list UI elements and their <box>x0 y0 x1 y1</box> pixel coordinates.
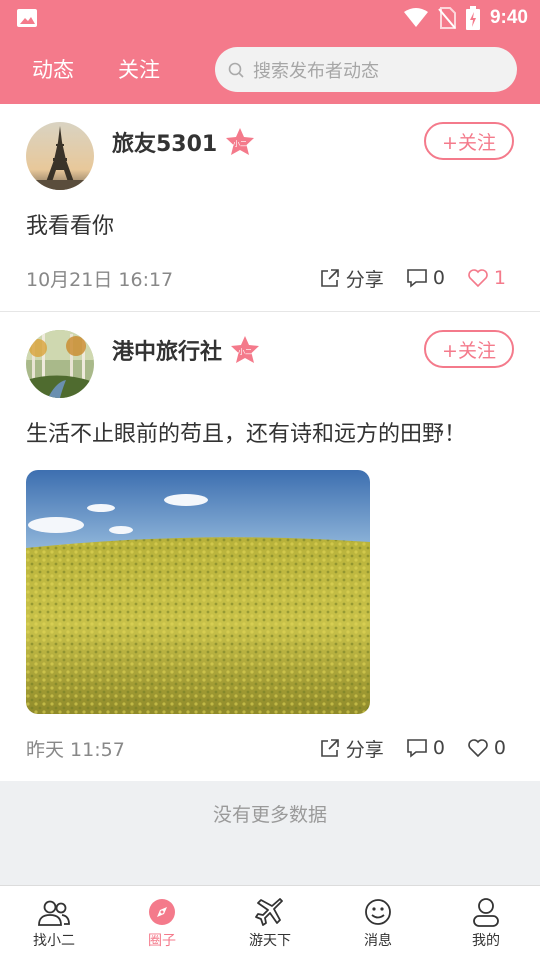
comment-button[interactable]: 0 <box>406 267 445 289</box>
status-time: 9:40 <box>489 7 528 28</box>
forest-avatar-image <box>26 330 94 398</box>
avatar[interactable] <box>26 122 94 190</box>
follow-button[interactable]: +关注 <box>424 330 514 368</box>
top-tabs: 动态 关注 <box>32 54 160 84</box>
avatar[interactable] <box>26 330 94 398</box>
post-time: 10月21日 16:17 <box>26 268 174 291</box>
wifi-icon <box>403 8 428 27</box>
tab-following[interactable]: 关注 <box>118 54 160 84</box>
compass-icon <box>149 899 175 925</box>
tab-label: 我的 <box>472 933 500 949</box>
people-icon <box>38 900 70 926</box>
tab-label: 找小二 <box>33 933 75 949</box>
post-text: 生活不止眼前的苟且，还有诗和远方的田野！ <box>26 422 467 447</box>
share-label: 分享 <box>345 738 384 761</box>
post-card[interactable]: 旅友5301 小二 +关注 我看看你 10月21日 16:17 分享 0 1 <box>0 104 540 312</box>
post-image[interactable] <box>26 470 370 714</box>
tab-messages[interactable]: 消息 <box>324 886 432 960</box>
search-placeholder: 搜索发布者动态 <box>253 60 379 82</box>
post-text: 我看看你 <box>26 214 115 239</box>
tab-find-guide[interactable]: 找小二 <box>0 886 108 960</box>
author-name[interactable]: 旅友5301 <box>112 126 217 158</box>
search-input[interactable]: 搜索发布者动态 <box>215 47 517 92</box>
no-sim-icon <box>438 7 456 29</box>
search-icon <box>228 62 244 78</box>
like-button[interactable]: 0 <box>467 737 506 759</box>
smiley-icon <box>365 899 391 925</box>
post-card[interactable]: 港中旅行社 小二 +关注 生活不止眼前的苟且，还有诗和远方的田野！ 昨天 11:… <box>0 312 540 781</box>
comment-count: 0 <box>432 267 445 289</box>
share-icon <box>320 739 339 757</box>
star-badge-icon: 小二 <box>226 128 255 155</box>
comment-button[interactable]: 0 <box>406 737 445 759</box>
comment-icon <box>407 739 427 758</box>
share-label: 分享 <box>345 268 384 291</box>
like-count: 0 <box>493 737 506 759</box>
user-icon <box>473 898 499 927</box>
follow-button[interactable]: +关注 <box>424 122 514 160</box>
status-bar: 9:40 <box>0 0 540 36</box>
flower-field-photo <box>26 470 370 714</box>
like-button[interactable]: 1 <box>467 267 506 289</box>
tab-label: 游天下 <box>249 933 291 949</box>
post-meta: 昨天 11:57 分享 0 0 <box>26 733 506 763</box>
star-badge-icon: 小二 <box>231 336 260 363</box>
author-row: 港中旅行社 小二 <box>112 334 260 366</box>
author-row: 旅友5301 小二 <box>112 126 255 158</box>
tab-label: 圈子 <box>148 933 176 949</box>
tab-circle[interactable]: 圈子 <box>108 886 216 960</box>
badge-label: 小二 <box>233 139 247 148</box>
heart-icon <box>468 269 488 288</box>
eiffel-tower-avatar-image <box>26 122 94 190</box>
tab-travel[interactable]: 游天下 <box>216 886 324 960</box>
post-time: 昨天 11:57 <box>26 738 125 761</box>
share-button[interactable]: 分享 <box>319 735 384 762</box>
post-meta: 10月21日 16:17 分享 0 1 <box>26 263 506 293</box>
no-more-data-text: 没有更多数据 <box>212 803 327 826</box>
tab-label: 消息 <box>364 933 392 949</box>
share-button[interactable]: 分享 <box>319 265 384 292</box>
author-name[interactable]: 港中旅行社 <box>112 334 222 366</box>
comment-count: 0 <box>432 737 445 759</box>
heart-icon <box>468 739 488 758</box>
share-icon <box>320 269 339 287</box>
app-header: 9:40 动态 关注 搜索发布者动态 <box>0 0 540 104</box>
battery-charging-icon <box>465 6 480 30</box>
tab-dynamics[interactable]: 动态 <box>32 54 74 84</box>
badge-label: 小二 <box>238 347 252 356</box>
airplane-icon <box>255 898 283 926</box>
bottom-tab-bar: 找小二 圈子 游天下 消息 我的 <box>0 885 540 960</box>
like-count: 1 <box>493 267 506 289</box>
comment-icon <box>407 269 427 288</box>
image-notification-icon <box>17 9 37 27</box>
tab-mine[interactable]: 我的 <box>432 886 540 960</box>
